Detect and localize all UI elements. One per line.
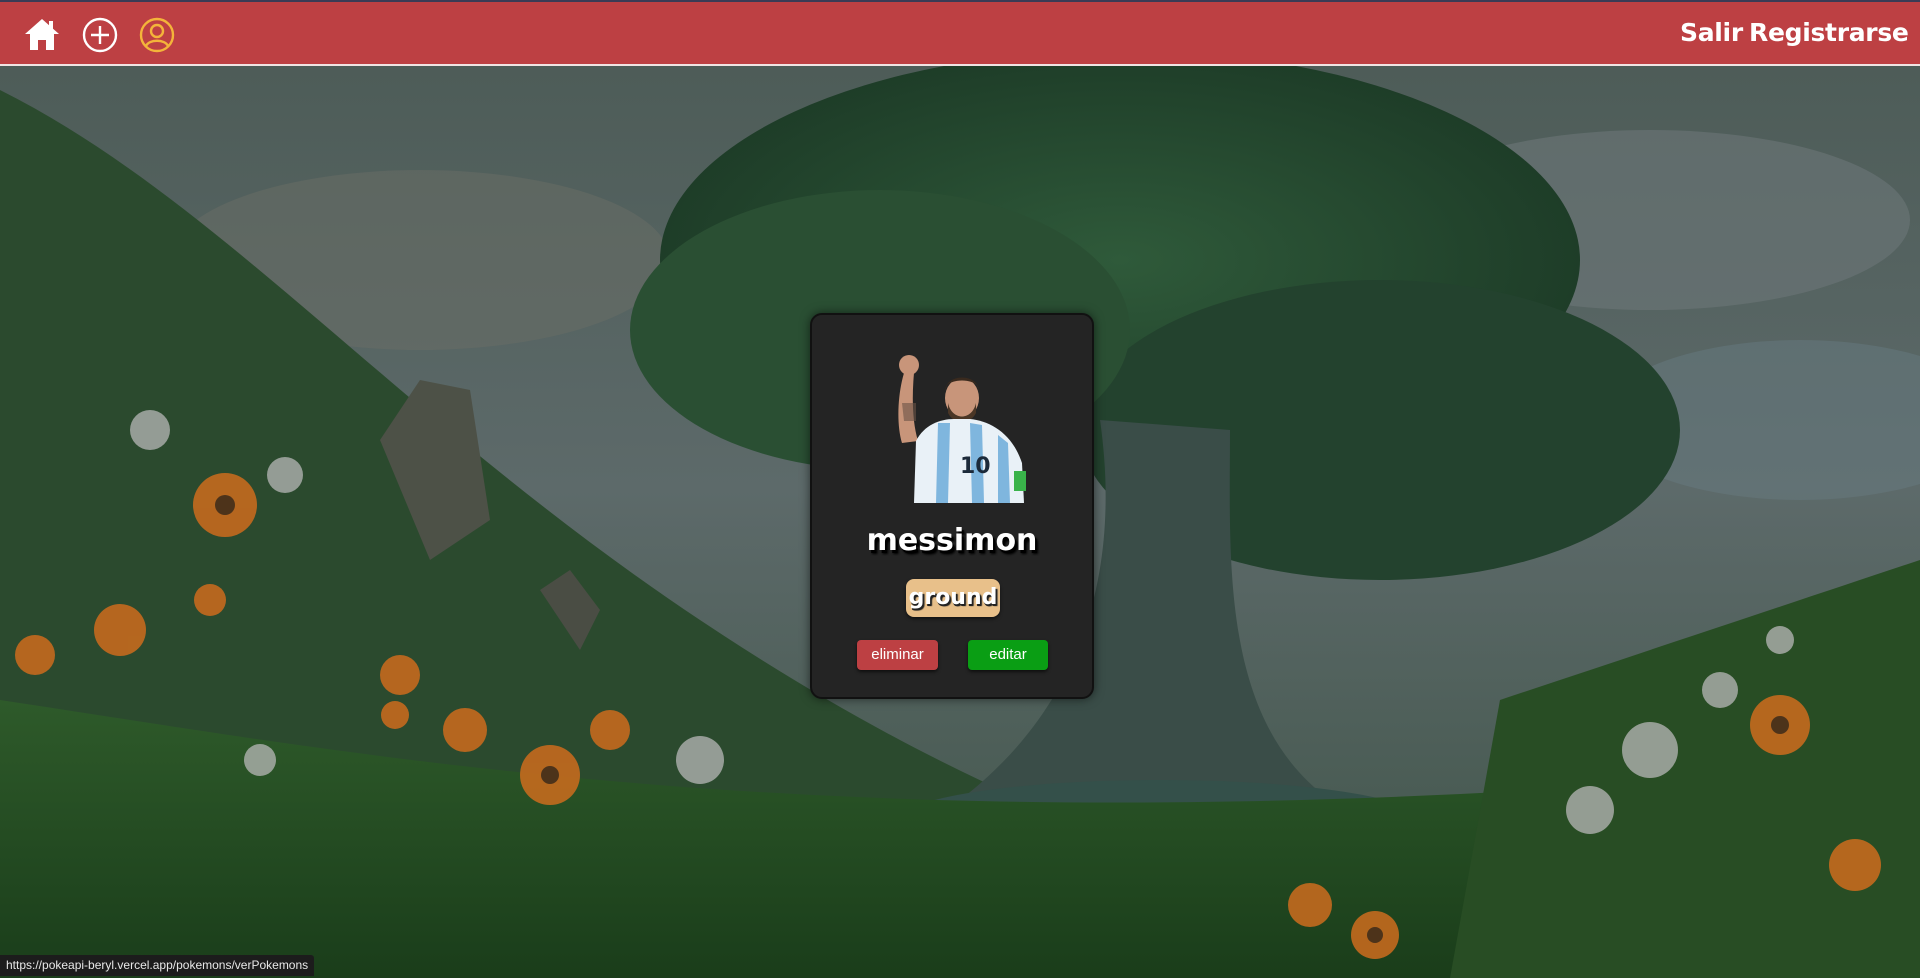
top-navbar: Salir Registrarse	[0, 0, 1920, 66]
player-portrait-icon: 10	[898, 355, 1026, 503]
status-bar-url: https://pokeapi-beryl.vercel.app/pokemon…	[0, 955, 315, 976]
delete-button[interactable]: eliminar	[857, 640, 938, 670]
home-icon[interactable]	[22, 15, 62, 55]
svg-text:10: 10	[960, 454, 991, 479]
user-circle-icon[interactable]	[137, 15, 177, 55]
pokemon-card: 10 messimon ground eliminar editar	[810, 313, 1094, 699]
logout-link[interactable]: Salir	[1680, 18, 1743, 47]
register-link[interactable]: Registrarse	[1749, 18, 1909, 47]
plus-circle-icon[interactable]	[80, 15, 120, 55]
pokemon-name: messimon	[866, 523, 1038, 558]
edit-button[interactable]: editar	[968, 640, 1048, 670]
pokemon-image: 10	[874, 343, 1034, 503]
type-badge: ground	[906, 579, 1000, 617]
